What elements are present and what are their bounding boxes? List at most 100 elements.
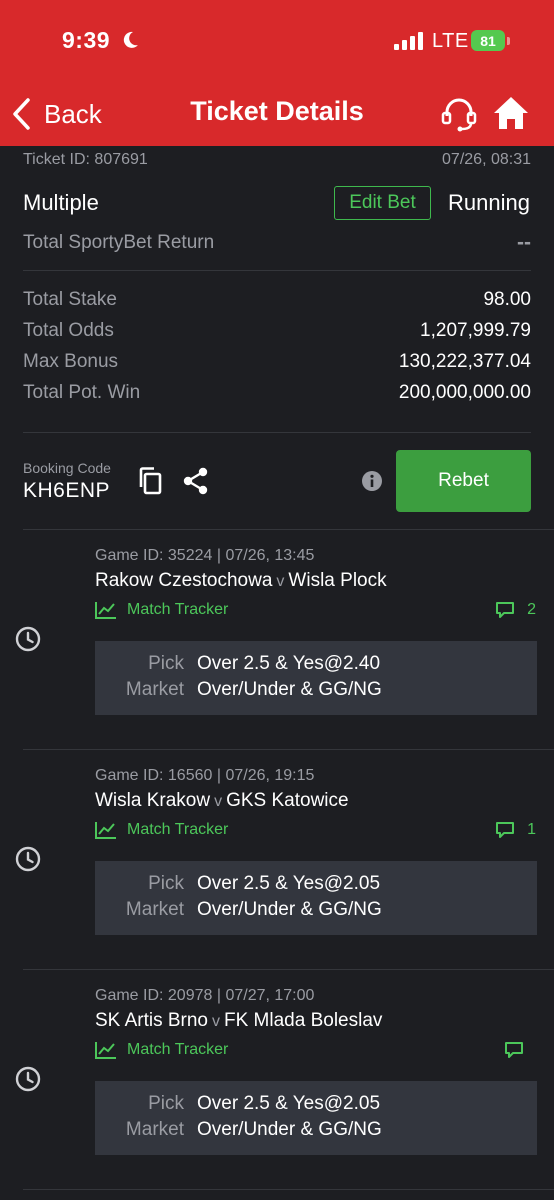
game-item: Game ID: 20978 | 07/27, 17:00 SK Artis B… [0, 970, 554, 1190]
market-value: Over/Under & GG/NG [197, 899, 382, 920]
clock-icon [15, 626, 41, 652]
pick-row: Pick Over 2.5 & Yes@2.40 [95, 653, 537, 679]
comment-icon [505, 1042, 523, 1058]
info-icon[interactable] [361, 470, 383, 492]
back-button[interactable]: Back [10, 94, 102, 134]
comments-button[interactable] [504, 1041, 536, 1059]
comment-icon [496, 602, 515, 618]
headset-support-icon[interactable] [440, 95, 478, 133]
market-value: Over/Under & GG/NG [197, 679, 382, 700]
match-teams[interactable]: Rakow Czestochowa v Wisla Plock [95, 570, 387, 592]
clock-icon [15, 1066, 41, 1092]
comments-count: 1 [527, 821, 536, 838]
game-meta: Game ID: 16560 | 07/26, 19:15 [95, 767, 315, 784]
booking-code-label: Booking Code [23, 460, 111, 476]
chart-line-icon [95, 602, 116, 619]
comments-count: 2 [527, 601, 536, 618]
battery-tip [507, 37, 510, 45]
battery-level: 81 [480, 32, 496, 49]
ticket-status: Running [448, 190, 530, 215]
game-item: Game ID: 16560 | 07/26, 19:15 Wisla Krak… [0, 750, 554, 970]
pick-row: Pick Over 2.5 & Yes@2.05 [95, 873, 537, 899]
market-row: Market Over/Under & GG/NG [95, 899, 537, 925]
away-team: FK Mlada Boleslav [224, 1010, 383, 1031]
away-team: GKS Katowice [226, 790, 349, 811]
potwin-row: Total Pot. Win 200,000,000.00 [23, 382, 531, 404]
signal-icon [394, 32, 423, 50]
market-value: Over/Under & GG/NG [197, 1119, 382, 1140]
home-team: Rakow Czestochowa [95, 570, 273, 591]
match-tracker-label: Match Tracker [127, 821, 229, 838]
match-tracker-link[interactable]: Match Tracker [95, 821, 228, 839]
ticket-id: Ticket ID: 807691 [23, 151, 148, 168]
stake-label: Total Stake [23, 289, 117, 310]
comments-button[interactable]: 1 [495, 821, 536, 839]
clock-icon [15, 846, 41, 872]
return-value: -- [517, 231, 531, 254]
bonus-label: Max Bonus [23, 351, 119, 372]
match-teams[interactable]: SK Artis Brno v FK Mlada Boleslav [95, 1010, 382, 1032]
pick-value: Over 2.5 & Yes@2.05 [197, 1093, 381, 1114]
away-team: Wisla Plock [288, 570, 387, 591]
copy-icon[interactable] [137, 467, 163, 495]
market-label: Market [125, 1119, 184, 1140]
market-row: Market Over/Under & GG/NG [95, 679, 537, 705]
booking-code: KH6ENP [23, 479, 111, 502]
odds-value: 1,207,999.79 [420, 320, 531, 341]
match-tracker-link[interactable]: Match Tracker [95, 1041, 228, 1059]
bonus-row: Max Bonus 130,222,377.04 [23, 351, 531, 373]
game-meta: Game ID: 20978 | 07/27, 17:00 [95, 987, 315, 1004]
chart-line-icon [95, 1042, 116, 1059]
pick-label: Pick [148, 1093, 184, 1114]
pick-value: Over 2.5 & Yes@2.05 [197, 873, 381, 894]
network-label: LTE [432, 30, 469, 52]
chart-line-icon [95, 822, 116, 839]
home-team: Wisla Krakow [95, 790, 211, 811]
ticket-id-row: Ticket ID: 807691 07/26, 08:31 [23, 151, 531, 169]
status-time: 9:39 [62, 27, 111, 53]
match-teams[interactable]: Wisla Krakow v GKS Katowice [95, 790, 349, 812]
game-meta: Game ID: 35224 | 07/26, 13:45 [95, 547, 315, 564]
game-item: Game ID: 35224 | 07/26, 13:45 Rakow Czes… [0, 530, 554, 750]
match-tracker-link[interactable]: Match Tracker [95, 601, 228, 619]
potwin-value: 200,000,000.00 [398, 382, 531, 403]
comment-icon [496, 822, 515, 838]
bonus-value: 130,222,377.04 [398, 351, 531, 372]
stake-row: Total Stake 98.00 [23, 289, 531, 311]
market-label: Market [125, 679, 184, 700]
back-label: Back [44, 98, 102, 129]
divider [23, 270, 531, 271]
pick-box: Pick Over 2.5 & Yes@2.40 Market Over/Und… [95, 641, 537, 715]
home-team: SK Artis Brno [95, 1010, 208, 1031]
divider [23, 1189, 554, 1190]
odds-label: Total Odds [23, 320, 114, 341]
moon-icon [123, 31, 138, 48]
pick-label: Pick [148, 873, 184, 894]
bet-type: Multiple [23, 190, 99, 215]
edit-bet-button[interactable]: Edit Bet [334, 186, 431, 220]
share-icon[interactable] [182, 467, 210, 495]
pick-box: Pick Over 2.5 & Yes@2.05 Market Over/Und… [95, 1081, 537, 1155]
potwin-label: Total Pot. Win [23, 382, 141, 403]
market-label: Market [125, 899, 184, 920]
home-icon[interactable] [492, 94, 530, 132]
versus-label: v [276, 573, 285, 590]
match-tracker-label: Match Tracker [127, 1041, 229, 1058]
app-header: 9:39 LTE 81 Back Ticket Details [0, 0, 554, 146]
pick-label: Pick [148, 653, 184, 674]
divider [23, 432, 531, 433]
comments-button[interactable]: 2 [495, 601, 536, 619]
versus-label: v [212, 1013, 220, 1030]
odds-row: Total Odds 1,207,999.79 [23, 320, 531, 342]
battery-icon: 81 [471, 30, 505, 51]
match-tracker-label: Match Tracker [127, 601, 229, 618]
market-row: Market Over/Under & GG/NG [95, 1119, 537, 1145]
pick-box: Pick Over 2.5 & Yes@2.05 Market Over/Und… [95, 861, 537, 935]
stake-value: 98.00 [483, 289, 531, 310]
versus-label: v [214, 793, 223, 810]
return-row: Total SportyBet Return -- [23, 231, 531, 255]
return-label: Total SportyBet Return [23, 232, 215, 253]
ticket-datetime: 07/26, 08:31 [442, 151, 531, 168]
pick-value: Over 2.5 & Yes@2.40 [197, 653, 381, 674]
rebet-button[interactable]: Rebet [396, 450, 531, 512]
